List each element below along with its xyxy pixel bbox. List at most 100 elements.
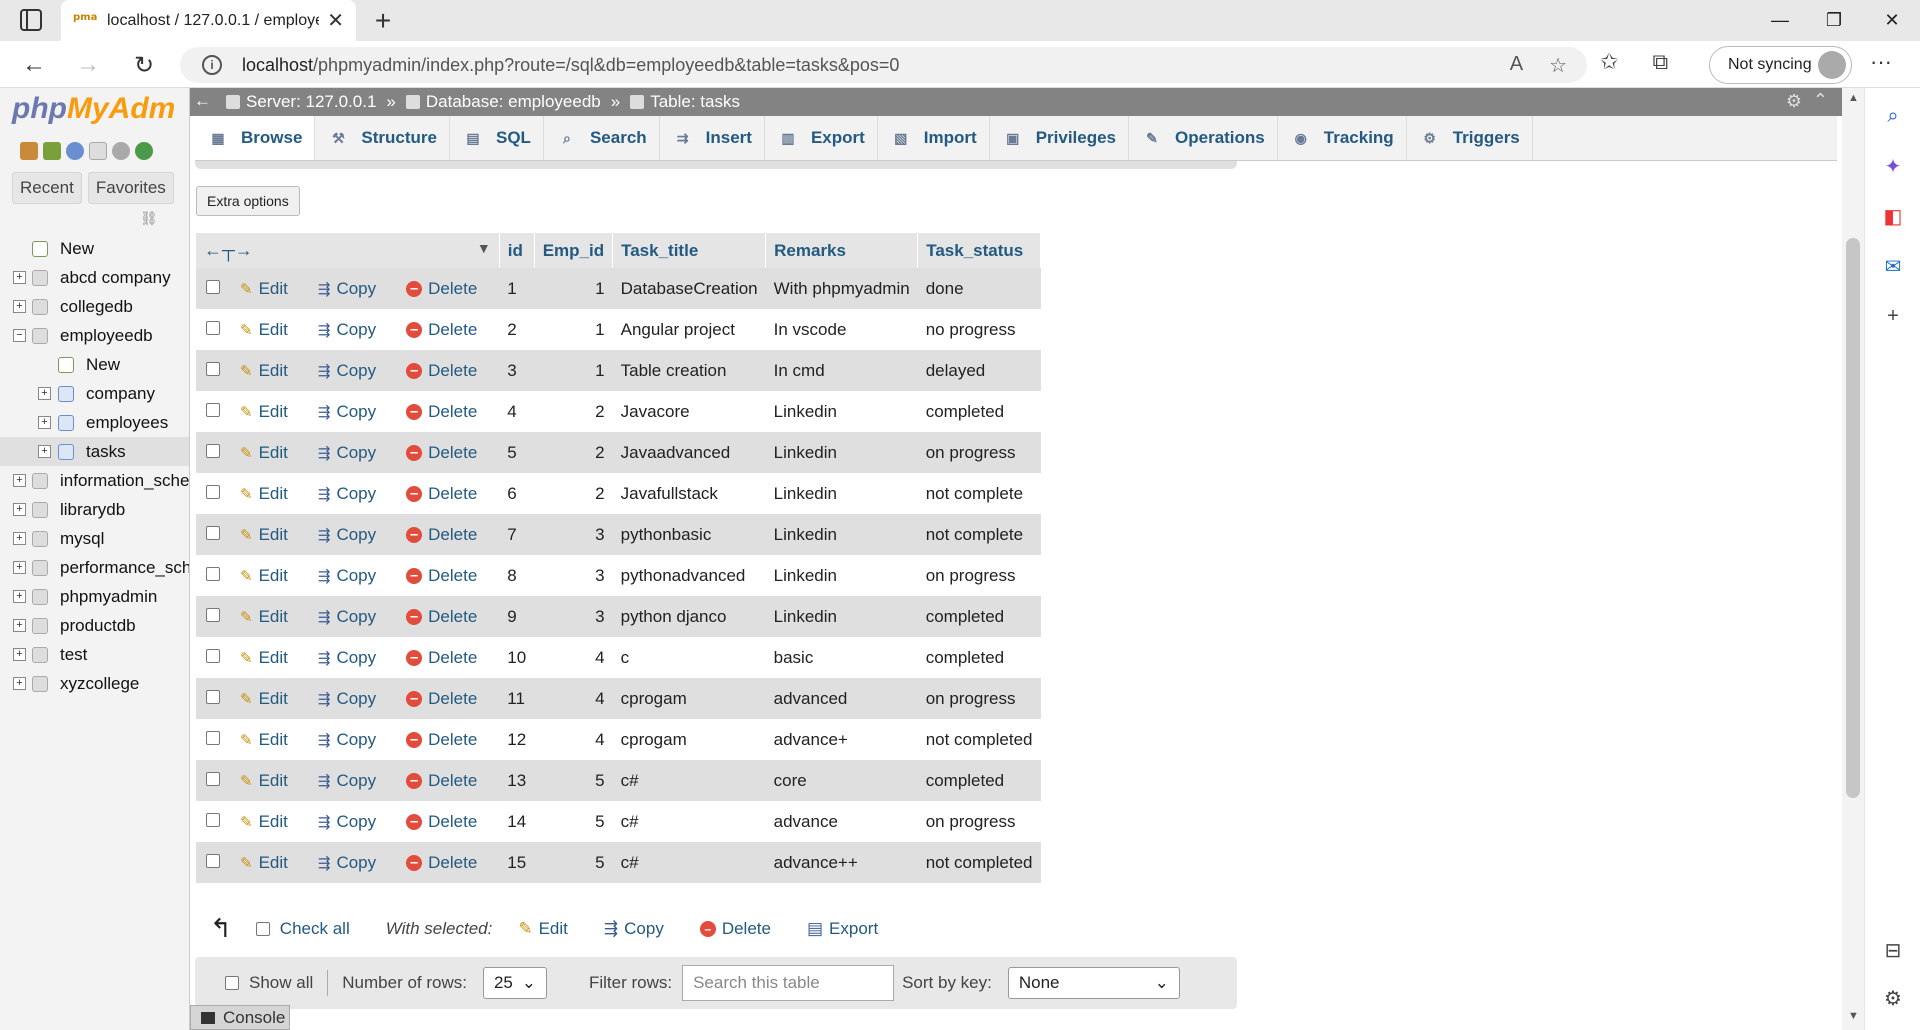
copy-link[interactable]: ⇶ Copy: [318, 689, 376, 709]
delete-link[interactable]: – Delete: [406, 484, 477, 504]
tab-structure[interactable]: ⚒ Structure: [315, 116, 450, 160]
scroll-down-icon[interactable]: ▼: [1848, 1010, 1859, 1022]
cell-task-status[interactable]: no progress: [917, 309, 1041, 350]
cell-task-title[interactable]: c: [612, 637, 766, 678]
cell-id[interactable]: 9: [499, 596, 535, 637]
bulk-delete-button[interactable]: – Delete: [699, 919, 771, 939]
cell-remarks[interactable]: Linkedin: [765, 391, 918, 432]
show-all-checkbox[interactable]: [225, 976, 239, 990]
table-row[interactable]: ✎ Edit ⇶ Copy – Delete 11 4 cprogam advanced on pr…: [196, 678, 1041, 719]
edit-link[interactable]: ✎ Edit: [240, 525, 288, 545]
expand-icon[interactable]: +: [13, 300, 26, 313]
cell-id[interactable]: 13: [499, 760, 535, 801]
cell-emp-id[interactable]: 3: [534, 555, 613, 596]
tab-import[interactable]: ▧ Import: [878, 116, 990, 160]
tree-item[interactable]: + information_schema: [0, 466, 189, 495]
cell-emp-id[interactable]: 2: [534, 432, 613, 473]
outlook-icon[interactable]: ✉: [1881, 254, 1905, 278]
copy-link[interactable]: ⇶ Copy: [318, 525, 376, 545]
cell-emp-id[interactable]: 2: [534, 391, 613, 432]
cell-task-status[interactable]: completed: [917, 596, 1041, 637]
cell-task-title[interactable]: pythonadvanced: [612, 555, 766, 596]
copy-link[interactable]: ⇶ Copy: [318, 730, 376, 750]
cell-emp-id[interactable]: 4: [534, 637, 613, 678]
edit-link[interactable]: ✎ Edit: [240, 771, 288, 791]
address-bar[interactable]: i localhost/phpmyadmin/index.php?route=/…: [180, 47, 1587, 83]
collections-icon[interactable]: ⧉: [1652, 49, 1668, 75]
breadcrumb-database[interactable]: Database: employeedb: [405, 92, 601, 112]
expand-icon[interactable]: +: [13, 648, 26, 661]
browser-tab[interactable]: pma localhost / 127.0.0.1 / employeedb ✕: [61, 0, 356, 41]
cell-task-status[interactable]: on progress: [917, 432, 1041, 473]
docs-icon[interactable]: [89, 142, 107, 160]
cell-task-title[interactable]: c#: [612, 760, 766, 801]
delete-link[interactable]: – Delete: [406, 771, 477, 791]
copy-link[interactable]: ⇶ Copy: [318, 607, 376, 627]
cell-remarks[interactable]: Linkedin: [765, 473, 918, 514]
bulk-copy-button[interactable]: ⇶ Copy: [604, 919, 664, 939]
window-close-button[interactable]: ✕: [1864, 0, 1920, 41]
cell-emp-id[interactable]: 3: [534, 514, 613, 555]
tree-item[interactable]: − employeedb: [0, 321, 189, 350]
cell-task-status[interactable]: not completed: [917, 842, 1041, 883]
row-checkbox[interactable]: [206, 402, 220, 417]
check-all-checkbox[interactable]: [255, 921, 270, 936]
copy-link[interactable]: ⇶ Copy: [318, 648, 376, 668]
edit-link[interactable]: ✎ Edit: [240, 853, 288, 873]
tree-item[interactable]: + phpmyadmin: [0, 582, 189, 611]
tree-item[interactable]: + performance_schema: [0, 553, 189, 582]
edit-link[interactable]: ✎ Edit: [240, 607, 288, 627]
cell-task-status[interactable]: completed: [917, 760, 1041, 801]
row-checkbox[interactable]: [206, 771, 220, 786]
expand-icon[interactable]: +: [38, 416, 51, 429]
tab-tracking[interactable]: ◉ Tracking: [1278, 116, 1407, 160]
cell-emp-id[interactable]: 4: [534, 719, 613, 760]
collapse-top-icon[interactable]: ⌃: [1813, 90, 1828, 111]
copilot-icon[interactable]: ✦: [1881, 154, 1905, 178]
cell-id[interactable]: 14: [499, 801, 535, 842]
cell-task-title[interactable]: c#: [612, 842, 766, 883]
cell-task-status[interactable]: on progress: [917, 678, 1041, 719]
delete-link[interactable]: – Delete: [406, 648, 477, 668]
cell-remarks[interactable]: With phpmyadmin: [765, 268, 918, 309]
cell-remarks[interactable]: advance: [765, 801, 918, 842]
link-with-main-icon[interactable]: ⛓: [140, 210, 158, 227]
expand-icon[interactable]: +: [38, 445, 51, 458]
home-icon[interactable]: [20, 142, 38, 160]
cell-id[interactable]: 7: [499, 514, 535, 555]
cell-task-status[interactable]: on progress: [917, 555, 1041, 596]
expand-icon[interactable]: +: [13, 271, 26, 284]
cell-task-title[interactable]: python djanco: [612, 596, 766, 637]
row-checkbox[interactable]: [206, 689, 220, 704]
row-checkbox[interactable]: [206, 607, 220, 622]
tree-item[interactable]: + librarydb: [0, 495, 189, 524]
cell-id[interactable]: 15: [499, 842, 535, 883]
cell-task-title[interactable]: c#: [612, 801, 766, 842]
cell-id[interactable]: 8: [499, 555, 535, 596]
delete-link[interactable]: – Delete: [406, 320, 477, 340]
column-header-emp-id[interactable]: Emp_id: [534, 233, 614, 268]
cell-task-status[interactable]: not completed: [917, 719, 1041, 760]
table-row[interactable]: ✎ Edit ⇶ Copy – Delete 14 5 c# advance on progress: [196, 801, 1041, 842]
refresh-button[interactable]: ↻: [128, 49, 160, 81]
delete-link[interactable]: – Delete: [406, 566, 477, 586]
cell-id[interactable]: 4: [499, 391, 535, 432]
cell-remarks[interactable]: advanced: [765, 678, 918, 719]
settings-gear-icon[interactable]: ⚙: [1881, 986, 1905, 1010]
expand-icon[interactable]: +: [38, 387, 51, 400]
settings-icon[interactable]: [112, 142, 130, 160]
copy-link[interactable]: ⇶ Copy: [318, 320, 376, 340]
cell-remarks[interactable]: Linkedin: [765, 514, 918, 555]
row-checkbox[interactable]: [206, 812, 220, 827]
tab-sql[interactable]: ▤ SQL: [450, 116, 544, 160]
tree-item[interactable]: New: [0, 234, 189, 263]
add-favorite-icon[interactable]: ☆: [1549, 53, 1567, 78]
restore-button[interactable]: ❐: [1806, 0, 1862, 41]
vertical-scrollbar[interactable]: ▲ ▼: [1842, 88, 1864, 1030]
cell-id[interactable]: 2: [499, 309, 535, 350]
table-row[interactable]: ✎ Edit ⇶ Copy – Delete 15 5 c# advance++ not compl…: [196, 842, 1041, 883]
table-row[interactable]: ✎ Edit ⇶ Copy – Delete 7 3 pythonbasic Linkedin no…: [196, 514, 1041, 555]
sidebar-toggle-icon[interactable]: ⊟: [1881, 938, 1905, 962]
cell-id[interactable]: 11: [499, 678, 535, 719]
tab-export[interactable]: ▥ Export: [765, 116, 878, 160]
